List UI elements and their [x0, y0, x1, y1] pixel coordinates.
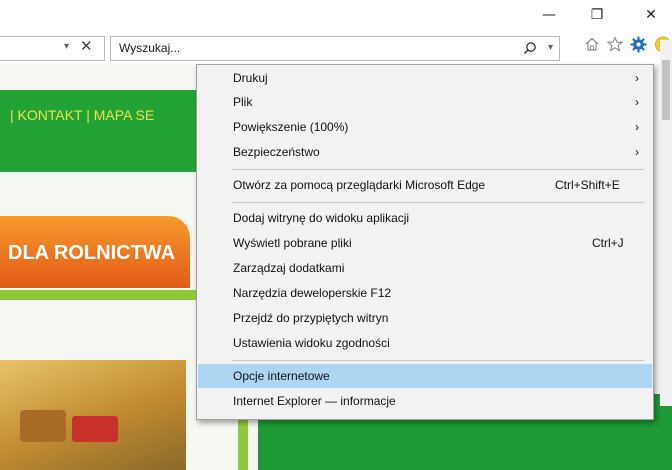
menu-item-label: Zarządzaj dodatkami: [233, 261, 345, 275]
menu-item-label: Ustawienia widoku zgodności: [233, 336, 390, 350]
tractor-image: [72, 416, 118, 442]
search-icon[interactable]: [523, 40, 537, 59]
menu-separator: [232, 202, 644, 203]
menu-item-label: Bezpieczeństwo: [233, 145, 320, 159]
hay-bale-image: [20, 410, 66, 442]
submenu-arrow-icon: ›: [635, 145, 639, 159]
menu-item-label: Internet Explorer — informacje: [233, 394, 396, 408]
menu-item-label: Otwórz za pomocą przeglądarki Microsoft …: [233, 178, 486, 192]
favorites-star-icon[interactable]: [606, 36, 624, 56]
submenu-arrow-icon: ›: [635, 71, 639, 85]
address-dropdown-icon[interactable]: ▾: [64, 41, 69, 52]
menu-item-label: Opcje internetowe: [233, 369, 330, 383]
tools-menu: Drukuj › Plik › Powiększenie (100%) › Be…: [196, 64, 654, 420]
menu-item-pinned-sites[interactable]: Przejdź do przypiętych witryn: [198, 306, 652, 330]
close-window-button[interactable]: ✕: [634, 0, 668, 30]
submenu-arrow-icon: ›: [635, 120, 639, 134]
search-placeholder: Wyszukaj...: [119, 41, 181, 55]
search-dropdown-icon[interactable]: ▾: [548, 42, 553, 53]
address-clear-icon[interactable]: ✕: [80, 37, 93, 55]
menu-item-label: Narzędzia deweloperskie F12: [233, 286, 392, 300]
scrollbar-thumb[interactable]: [662, 60, 670, 120]
menu-item-shortcut: Ctrl+J: [592, 236, 624, 250]
gear-icon[interactable]: [630, 36, 647, 57]
menu-item-zoom[interactable]: Powiększenie (100%) ›: [198, 115, 652, 139]
menu-item-label: Powiększenie (100%): [233, 120, 349, 134]
menu-item-label: Drukuj: [233, 71, 268, 85]
menu-item-label: Przejdź do przypiętych witryn: [233, 311, 389, 325]
minimize-button[interactable]: —: [532, 0, 566, 30]
menu-item-shortcut: Ctrl+Shift+E: [555, 178, 620, 192]
menu-separator: [232, 169, 644, 170]
menu-separator: [232, 360, 644, 361]
site-banner-text: DLA ROLNICTWA: [8, 242, 176, 264]
menu-item-about-ie[interactable]: Internet Explorer — informacje: [198, 389, 652, 413]
menu-item-manage-addons[interactable]: Zarządzaj dodatkami: [198, 256, 652, 280]
menu-item-safety[interactable]: Bezpieczeństwo ›: [198, 140, 652, 164]
site-nav-links[interactable]: | KONTAKT | MAPA SE: [10, 107, 154, 123]
menu-item-label: Plik: [233, 95, 253, 109]
menu-item-developer-tools[interactable]: Narzędzia deweloperskie F12: [198, 281, 652, 305]
menu-item-label: Wyświetl pobrane pliki: [233, 236, 352, 250]
title-bar: — ❐ ✕: [0, 0, 672, 30]
menu-item-add-site-to-apps[interactable]: Dodaj witrynę do widoku aplikacji: [198, 206, 652, 230]
search-input[interactable]: Wyszukaj... ▾: [110, 36, 560, 61]
submenu-arrow-icon: ›: [635, 95, 639, 109]
menu-item-view-downloads[interactable]: Wyświetl pobrane pliki Ctrl+J: [198, 231, 652, 255]
home-icon[interactable]: [584, 36, 600, 56]
navigation-bar: ▾ ✕ Wyszukaj... ▾: [0, 30, 672, 64]
menu-item-print[interactable]: Drukuj ›: [198, 66, 652, 90]
menu-item-open-in-edge[interactable]: Otwórz za pomocą przeglądarki Microsoft …: [198, 173, 652, 197]
menu-item-internet-options[interactable]: Opcje internetowe: [198, 364, 652, 388]
menu-item-label: Dodaj witrynę do widoku aplikacji: [233, 211, 410, 225]
menu-item-file[interactable]: Plik ›: [198, 90, 652, 114]
address-bar[interactable]: ▾ ✕: [0, 36, 105, 61]
restore-button[interactable]: ❐: [580, 0, 614, 30]
menu-item-compatibility-view[interactable]: Ustawienia widoku zgodności: [198, 331, 652, 355]
